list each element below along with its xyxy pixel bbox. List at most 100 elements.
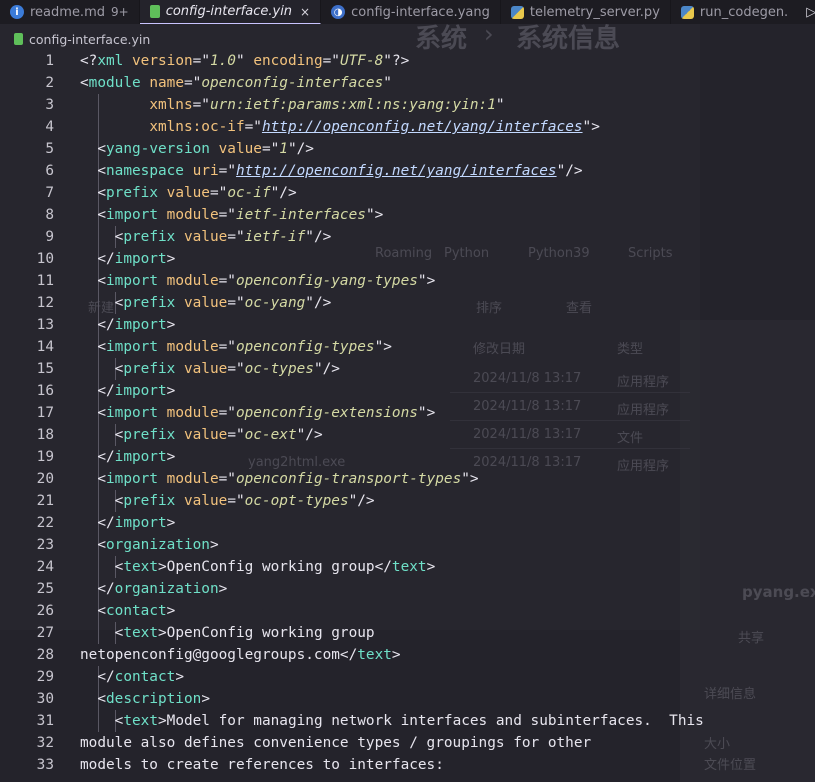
code-token: module	[166, 339, 219, 355]
code-line[interactable]: 14 <import module="openconfig-types">	[0, 336, 815, 358]
line-number: 26	[36, 603, 54, 619]
code-token: openconfig-yang-types	[235, 273, 418, 289]
code-line[interactable]: 1 <?xml version="1.0" encoding="UTF-8"?>	[0, 50, 815, 72]
code-line[interactable]: 26 <contact>	[0, 600, 815, 622]
code-line[interactable]: 10 </import>	[0, 248, 815, 270]
tab-config-interface-yin[interactable]: config-interface.yin ×	[139, 0, 322, 24]
code-token: openconfig-types	[235, 339, 375, 355]
code-token: </	[80, 449, 115, 465]
code-line[interactable]: 19 </import>	[0, 446, 815, 468]
code-line[interactable]: 8 <import module="ietf-interfaces">	[0, 204, 815, 226]
code-line[interactable]: 17 <import module="openconfig-extensions…	[0, 402, 815, 424]
code-token: </	[80, 669, 115, 685]
run-button[interactable]: ▷	[798, 0, 815, 24]
code-token: ">	[374, 339, 392, 355]
close-icon[interactable]: ×	[300, 5, 310, 19]
code-line[interactable]: 31 <text>Model for managing network inte…	[0, 710, 815, 732]
code-token: "/>	[348, 493, 375, 509]
code-line[interactable]: 21 <prefix value="oc-opt-types"/>	[0, 490, 815, 512]
code-line[interactable]: 5 <yang-version value="1"/>	[0, 138, 815, 160]
code-token: ="	[227, 295, 245, 311]
code-line[interactable]: 4 xmlns:oc-if="http://openconfig.net/yan…	[0, 116, 815, 138]
code-line[interactable]: 6 <namespace uri="http://openconfig.net/…	[0, 160, 815, 182]
line-number: 29	[36, 669, 54, 685]
code-token: 1	[279, 141, 288, 157]
code-token: prefix	[123, 295, 176, 311]
line-number: 21	[36, 493, 54, 509]
code-line[interactable]: 27 <text>OpenConfig working group	[0, 622, 815, 644]
code-line[interactable]: 24 <text>OpenConfig working group</text>	[0, 556, 815, 578]
code-token: >	[209, 537, 219, 553]
code-token: value	[183, 493, 228, 509]
code-token: ="	[218, 163, 236, 179]
tab-telemetry-server[interactable]: telemetry_server.py	[501, 0, 671, 24]
code-token: encoding	[253, 53, 323, 69]
code-line[interactable]: 13 </import>	[0, 314, 815, 336]
code-line[interactable]: 32 module also defines convenience types …	[0, 732, 815, 754]
line-number: 14	[36, 339, 54, 355]
code-line[interactable]: 29 </contact>	[0, 666, 815, 688]
code-token: <	[80, 713, 124, 729]
code-token: ietf-interfaces	[235, 207, 366, 223]
tab-config-interface-yang[interactable]: ◑ config-interface.yang	[321, 0, 501, 24]
code-line[interactable]: 9 <prefix value="ietf-if"/>	[0, 226, 815, 248]
code-token: <	[80, 625, 124, 641]
code-token: <?	[80, 53, 98, 69]
code-token: text	[391, 559, 427, 575]
code-line[interactable]: 2 <module name="openconfig-interfaces"	[0, 72, 815, 94]
line-number: 5	[45, 141, 54, 157]
code-token: UTF-8	[339, 53, 384, 69]
code-line[interactable]: 11 <import module="openconfig-yang-types…	[0, 270, 815, 292]
code-token: ="	[227, 361, 245, 377]
code-token: import	[114, 251, 167, 267]
code-token: </	[80, 581, 115, 597]
code-token: ="	[218, 207, 236, 223]
code-token: import	[106, 405, 158, 421]
code-line[interactable]: 3 xmlns="urn:ietf:params:xml:ns:yang:yin…	[0, 94, 815, 116]
code-text: <prefix value="oc-ext"/>	[80, 424, 323, 446]
code-line[interactable]: 30 <description>	[0, 688, 815, 710]
code-token: openconfig-extensions	[235, 405, 418, 421]
code-editor[interactable]: 1 <?xml version="1.0" encoding="UTF-8"?> 2…	[0, 50, 815, 776]
code-token: http://openconfig.net/yang/interfaces	[235, 163, 557, 179]
code-token: prefix	[123, 229, 176, 245]
line-number: 19	[36, 449, 54, 465]
code-token: </	[374, 559, 392, 575]
code-line[interactable]: 12 <prefix value="oc-yang"/>	[0, 292, 815, 314]
code-token: "/>	[270, 185, 297, 201]
problems-badge: 9+	[111, 5, 129, 19]
code-line[interactable]: 28 netopenconfig@googlegroups.com</text>	[0, 644, 815, 666]
code-line[interactable]: 20 <import module="openconfig-transport-…	[0, 468, 815, 490]
code-token: <	[80, 559, 124, 575]
code-token: <	[80, 229, 124, 245]
ghost-breadcrumb-sep: ›	[484, 20, 494, 48]
code-line[interactable]: 7 <prefix value="oc-if"/>	[0, 182, 815, 204]
code-token: <	[80, 427, 124, 443]
code-token: import	[106, 207, 158, 223]
yin-file-icon	[149, 5, 160, 18]
breadcrumb-file[interactable]: config-interface.yin	[29, 32, 150, 47]
code-text: </organization>	[80, 578, 227, 600]
tab-label: run_codegen.	[699, 4, 789, 20]
code-line[interactable]: 25 </organization>	[0, 578, 815, 600]
tab-readme[interactable]: i readme.md 9+	[0, 0, 140, 24]
line-number: 32	[36, 735, 54, 751]
code-text: <?xml version="1.0" encoding="UTF-8"?>	[80, 50, 409, 72]
code-line[interactable]: 15 <prefix value="oc-types"/>	[0, 358, 815, 380]
code-line[interactable]: 18 <prefix value="oc-ext"/>	[0, 424, 815, 446]
code-line[interactable]: 16 </import>	[0, 380, 815, 402]
code-text: </import>	[80, 314, 175, 336]
code-line[interactable]: 22 </import>	[0, 512, 815, 534]
line-number: 11	[36, 273, 54, 289]
line-number: 31	[36, 713, 54, 729]
code-line[interactable]: 23 <organization>	[0, 534, 815, 556]
tab-run-codegen[interactable]: run_codegen.	[671, 0, 798, 24]
code-text: <description>	[80, 688, 210, 710]
code-token: models to create references to interface…	[80, 757, 444, 773]
code-line[interactable]: 33 models to create references to interfa…	[0, 754, 815, 776]
